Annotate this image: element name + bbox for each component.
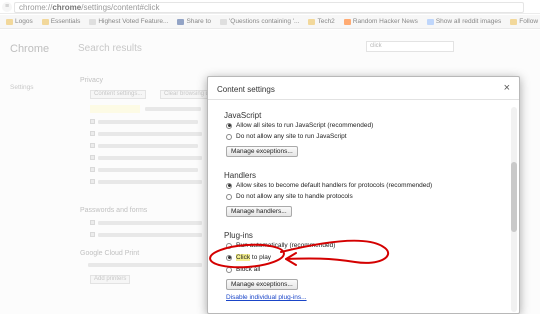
- option-label: Allow all sites to run JavaScript (recom…: [236, 122, 374, 129]
- handlers-allow-option[interactable]: Allow sites to become default handlers f…: [226, 182, 432, 189]
- scrollbar-thumb[interactable]: [511, 162, 517, 232]
- radio-icon[interactable]: [226, 133, 232, 140]
- radio-checked-icon[interactable]: [226, 122, 232, 129]
- plugins-run-option[interactable]: Run automatically (recommended): [226, 242, 335, 249]
- plugins-heading: Plug-ins: [224, 231, 253, 240]
- option-label: Block all: [236, 266, 261, 273]
- radio-checked-icon[interactable]: [226, 182, 232, 189]
- option-label: Allow sites to become default handlers f…: [236, 182, 433, 189]
- js-block-option[interactable]: Do not allow any site to run JavaScript: [226, 133, 347, 140]
- radio-checked-icon[interactable]: [226, 254, 232, 261]
- handlers-heading: Handlers: [224, 171, 257, 180]
- radio-icon[interactable]: [226, 193, 232, 200]
- option-label: Run automatically (recommended): [236, 242, 336, 249]
- close-icon[interactable]: ×: [504, 82, 510, 94]
- dialog-scrollbar[interactable]: [511, 107, 517, 312]
- plugins-click-to-play-option[interactable]: Click to play: [226, 254, 271, 261]
- option-label: Do not allow any site to handle protocol…: [236, 193, 353, 200]
- dialog-divider: [208, 99, 519, 100]
- content-settings-dialog: Content settings × JavaScript Allow all …: [207, 76, 520, 314]
- radio-icon[interactable]: [226, 266, 232, 273]
- manage-handlers-button[interactable]: Manage handlers...: [226, 206, 292, 217]
- option-label: Do not allow any site to run JavaScript: [236, 133, 347, 140]
- js-allow-option[interactable]: Allow all sites to run JavaScript (recom…: [226, 122, 373, 129]
- plugins-block-option[interactable]: Block all: [226, 266, 260, 273]
- javascript-heading: JavaScript: [224, 111, 262, 120]
- handlers-block-option[interactable]: Do not allow any site to handle protocol…: [226, 193, 353, 200]
- search-match-highlight: Click: [236, 254, 251, 261]
- disable-plugins-link[interactable]: Disable individual plug-ins...: [226, 294, 307, 301]
- option-label: to play: [251, 254, 272, 261]
- js-manage-exceptions-button[interactable]: Manage exceptions...: [226, 146, 298, 157]
- radio-icon[interactable]: [226, 242, 232, 249]
- dialog-title: Content settings: [217, 85, 275, 94]
- plugins-manage-exceptions-button[interactable]: Manage exceptions...: [226, 279, 298, 290]
